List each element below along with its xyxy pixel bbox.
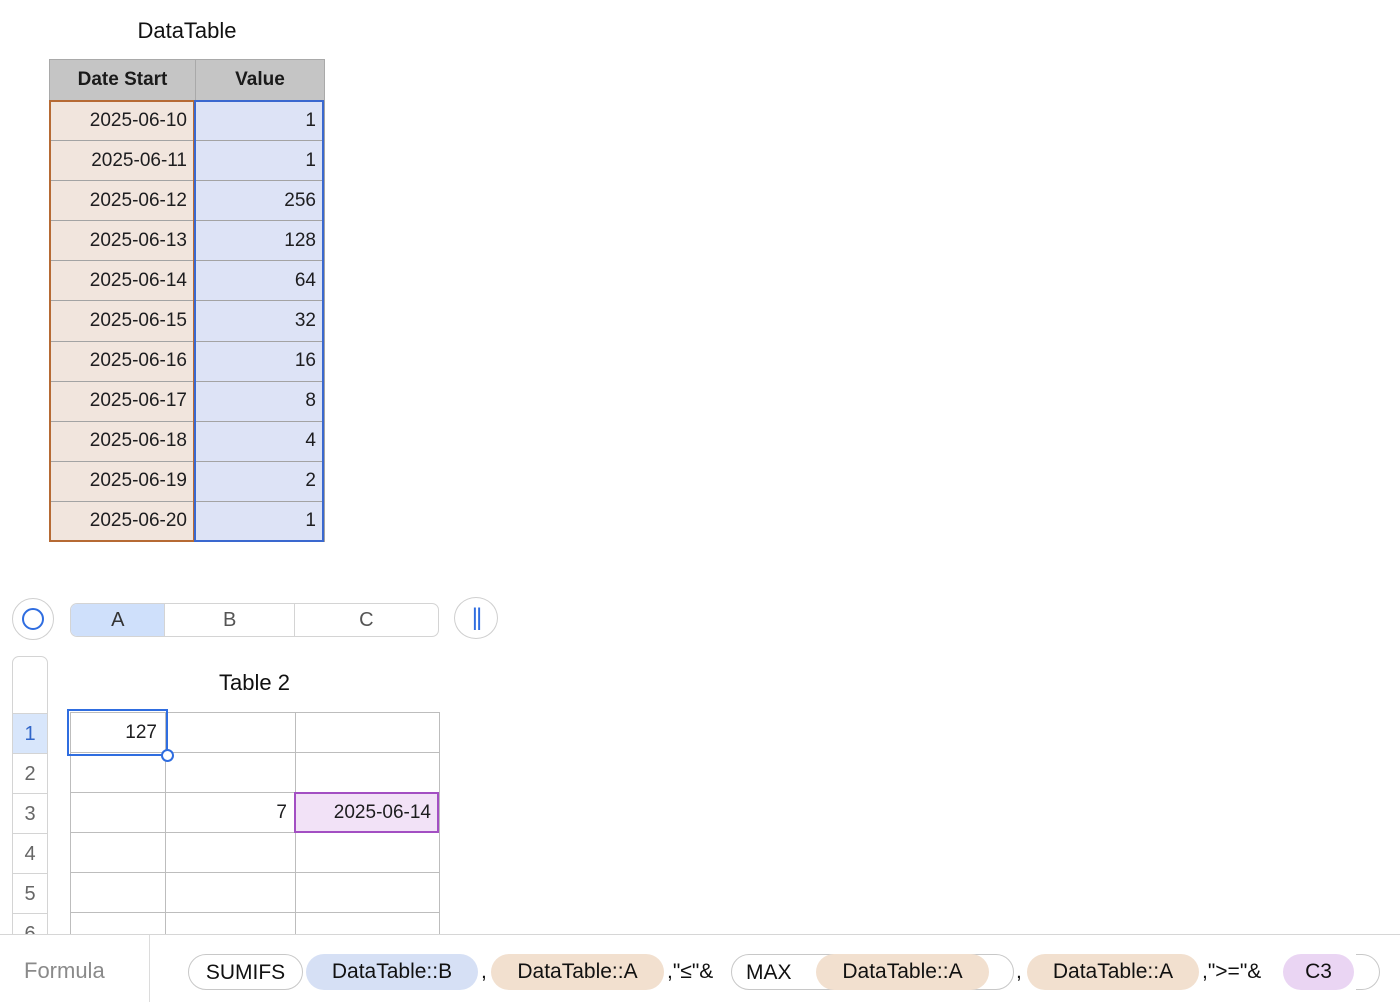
cell-a5[interactable] xyxy=(70,872,166,913)
cell-a3[interactable] xyxy=(70,792,166,833)
separator-comma: , xyxy=(481,960,487,983)
criteria-text: ,">="& xyxy=(1202,960,1262,983)
reference-token-datatable-a[interactable]: DataTable::A xyxy=(1027,954,1199,990)
cell-a6[interactable] xyxy=(70,912,166,934)
cell-c3[interactable]: 2025-06-14 xyxy=(295,792,440,833)
separator-comma: , xyxy=(1016,960,1022,983)
reference-token-datatable-b[interactable]: DataTable::B xyxy=(306,954,478,990)
table-row: 7 2025-06-14 xyxy=(70,792,440,833)
cell-a4[interactable] xyxy=(70,832,166,873)
table2: 127 7 2025-06-14 xyxy=(70,712,440,934)
cell-c2[interactable] xyxy=(295,752,440,793)
function-token-sumifs[interactable]: SUMIFS xyxy=(188,954,303,990)
function-close-paren xyxy=(1356,954,1380,990)
table-row xyxy=(70,832,440,873)
autofill-handle[interactable] xyxy=(161,749,174,762)
table-row xyxy=(70,912,440,934)
cell-c1[interactable] xyxy=(295,712,440,753)
table-row: 127 xyxy=(70,712,440,753)
cell-b3[interactable]: 7 xyxy=(165,792,296,833)
table-row xyxy=(70,872,440,913)
cell-b1[interactable] xyxy=(165,712,296,753)
reference-token-datatable-a[interactable]: DataTable::A xyxy=(816,954,989,990)
cell-a1[interactable]: 127 xyxy=(70,712,166,753)
reference-token-datatable-a[interactable]: DataTable::A xyxy=(491,954,664,990)
cell-b2[interactable] xyxy=(165,752,296,793)
cell-b4[interactable] xyxy=(165,832,296,873)
cell-c6[interactable] xyxy=(295,912,440,934)
cell-c5[interactable] xyxy=(295,872,440,913)
cell-c4[interactable] xyxy=(295,832,440,873)
cell-a2[interactable] xyxy=(70,752,166,793)
cell-b6[interactable] xyxy=(165,912,296,934)
formula-label: Formula xyxy=(0,935,150,1002)
table-row xyxy=(70,752,440,793)
table2-viewport: 127 7 2025-06-14 xyxy=(0,0,1400,934)
formula-bar: Formula SUMIFS DataTable::B , DataTable:… xyxy=(0,934,1400,1002)
reference-token-c3[interactable]: C3 xyxy=(1283,954,1354,990)
cell-b5[interactable] xyxy=(165,872,296,913)
criteria-text: ,"≤"& xyxy=(667,960,714,983)
